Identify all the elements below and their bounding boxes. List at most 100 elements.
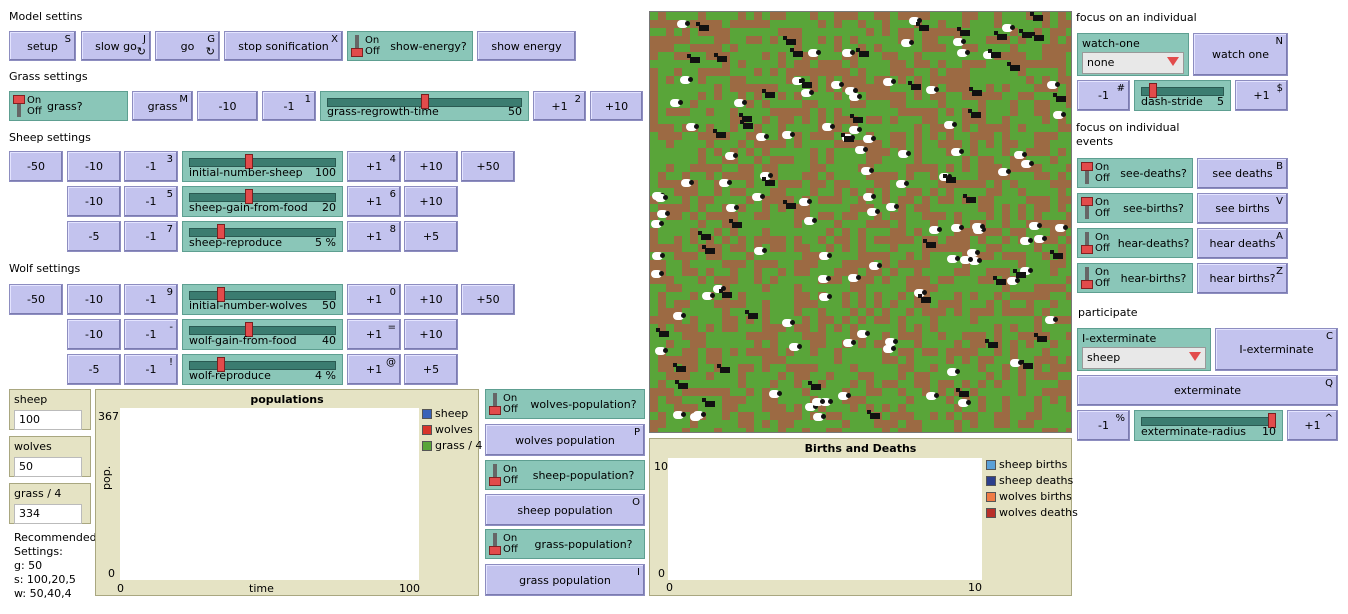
sheep-init-plus50-button[interactable]: +50: [461, 151, 515, 182]
wolves-init-plus50-button[interactable]: +50: [461, 284, 515, 315]
sheep-population-switch[interactable]: On Off sheep-population?: [485, 460, 645, 490]
grass-button[interactable]: grass M: [132, 91, 193, 121]
setup-button[interactable]: setup S: [9, 31, 76, 61]
sheep-init-minus50-button[interactable]: -50: [9, 151, 63, 182]
dirt-patch: [954, 292, 962, 300]
wolves-init-minus10-button[interactable]: -10: [67, 284, 121, 315]
grass-switch[interactable]: On Off grass?: [9, 91, 128, 121]
wolf-reproduce-slider[interactable]: wolf-reproduce 4 %: [182, 354, 343, 385]
wolf-reproduce-minus5-button[interactable]: -5: [67, 354, 121, 385]
wolf-gain-minus10-button[interactable]: -10: [67, 319, 121, 350]
grass-minus10-button[interactable]: -10: [197, 91, 258, 121]
dash-stride-minus1-button[interactable]: -1 #: [1077, 80, 1130, 111]
chooser-value-box[interactable]: none: [1082, 52, 1184, 74]
see-deaths-button[interactable]: see deaths B: [1197, 158, 1288, 189]
grass-plus10-button[interactable]: +10: [590, 91, 643, 121]
grass-population-switch[interactable]: On Off grass-population?: [485, 529, 645, 559]
dirt-patch: [650, 396, 658, 404]
sheep-population-button[interactable]: sheep population O: [485, 494, 645, 526]
dirt-patch: [1002, 148, 1010, 156]
sheep-gain-minus1-button[interactable]: -1 5: [124, 186, 178, 217]
slider-name: initial-number-wolves: [189, 299, 308, 312]
sheep-init-minus10-button[interactable]: -10: [67, 151, 121, 182]
wolf-gain-minus1-button[interactable]: -1 -: [124, 319, 178, 350]
sheep-reproduce-plus1-button[interactable]: +1 8: [347, 221, 401, 252]
dirt-patch: [762, 212, 770, 220]
go-button[interactable]: go G ↻: [155, 31, 220, 61]
dirt-patch: [962, 412, 970, 420]
wolf-gain-plus10-button[interactable]: +10: [404, 319, 458, 350]
initial-number-wolves-slider[interactable]: initial-number-wolves 50: [182, 284, 343, 315]
hear-deaths-button[interactable]: hear deaths A: [1197, 228, 1288, 259]
dirt-patch: [906, 284, 914, 292]
sheep-reproduce-minus5-button[interactable]: -5: [67, 221, 121, 252]
watch-one-chooser[interactable]: watch-one none: [1077, 33, 1189, 76]
see-deaths-switch[interactable]: On Off see-deaths?: [1077, 158, 1193, 188]
sheep-reproduce-slider[interactable]: sheep-reproduce 5 %: [182, 221, 343, 252]
sheep-gain-plus10-button[interactable]: +10: [404, 186, 458, 217]
sheep-gain-from-food-slider[interactable]: sheep-gain-from-food 20: [182, 186, 343, 217]
sheep-init-plus1-button[interactable]: +1 4: [347, 151, 401, 182]
exterminate-radius-slider[interactable]: exterminate-radius 10: [1134, 410, 1283, 441]
dirt-patch: [818, 164, 826, 172]
hear-births-switch[interactable]: On Off hear-births?: [1077, 263, 1193, 293]
dirt-patch: [882, 380, 890, 388]
wolves-init-minus1-button[interactable]: -1 9: [124, 284, 178, 315]
wolves-init-plus10-button[interactable]: +10: [404, 284, 458, 315]
wolf-reproduce-minus1-button[interactable]: -1!: [124, 354, 178, 385]
dirt-patch: [938, 380, 946, 388]
wolves-population-button[interactable]: wolves population P: [485, 424, 645, 456]
wolf-icon: [783, 36, 796, 45]
wolves-population-switch[interactable]: On Off wolves-population?: [485, 389, 645, 419]
sheep-gain-plus1-button[interactable]: +1 6: [347, 186, 401, 217]
exterminate-button[interactable]: exterminate Q: [1077, 375, 1338, 406]
wolf-icon: [673, 363, 686, 372]
sheep-init-minus1-button[interactable]: -1 3: [124, 151, 178, 182]
radius-minus1-button[interactable]: -1 %: [1077, 410, 1130, 441]
hear-deaths-switch[interactable]: On Off hear-deaths?: [1077, 228, 1193, 258]
grass-population-button[interactable]: grass population I: [485, 564, 645, 596]
dirt-patch: [1018, 52, 1026, 60]
sheep-icon: [813, 413, 826, 421]
wolf-reproduce-plus1-button[interactable]: +1 @: [347, 354, 401, 385]
wolves-init-plus1-button[interactable]: +1 0: [347, 284, 401, 315]
wolf-gain-from-food-slider[interactable]: wolf-gain-from-food 40: [182, 319, 343, 350]
radius-plus1-button[interactable]: +1 ^: [1287, 410, 1338, 441]
dirt-patch: [762, 308, 770, 316]
wolf-gain-plus1-button[interactable]: +1 =: [347, 319, 401, 350]
dirt-patch: [762, 20, 770, 28]
dash-stride-plus1-button[interactable]: +1 $: [1235, 80, 1288, 111]
world-view[interactable]: [649, 11, 1072, 433]
dirt-patch: [978, 124, 986, 132]
button-label: +10: [419, 293, 443, 306]
hear-births-button[interactable]: hear births? Z: [1197, 263, 1288, 294]
grass-regrowth-time-slider[interactable]: grass-regrowth-time 50: [320, 91, 529, 121]
dirt-patch: [762, 300, 770, 308]
sheep-init-plus10-button[interactable]: +10: [404, 151, 458, 182]
see-births-switch[interactable]: On Off see-births?: [1077, 193, 1193, 223]
initial-number-sheep-slider[interactable]: initial-number-sheep 100: [182, 151, 343, 182]
sheep-gain-minus10-button[interactable]: -10: [67, 186, 121, 217]
dirt-patch: [794, 108, 802, 116]
sheep-reproduce-minus1-button[interactable]: -1 7: [124, 221, 178, 252]
i-exterminate-button[interactable]: I-exterminate C: [1215, 328, 1338, 371]
slow-go-button[interactable]: slow go J ↻: [81, 31, 151, 61]
i-exterminate-chooser[interactable]: I-exterminate sheep: [1077, 328, 1211, 371]
wolf-icon: [1053, 93, 1066, 102]
wolves-init-minus50-button[interactable]: -50: [9, 284, 63, 315]
dirt-patch: [1034, 324, 1042, 332]
stop-sonification-button[interactable]: stop sonification X: [224, 31, 343, 61]
dirt-patch: [802, 172, 810, 180]
show-energy-button[interactable]: show energy: [477, 31, 576, 61]
chooser-value-box[interactable]: sheep: [1082, 347, 1206, 369]
show-energy-switch[interactable]: On Off show-energy?: [347, 31, 473, 61]
wolf-reproduce-plus5-button[interactable]: +5: [404, 354, 458, 385]
watch-one-button[interactable]: watch one N: [1193, 33, 1288, 76]
grass-minus1-button[interactable]: -1 1: [262, 91, 316, 121]
see-births-button[interactable]: see births V: [1197, 193, 1288, 224]
dash-stride-slider[interactable]: dash-stride 5: [1134, 80, 1231, 111]
sheep-icon: [901, 39, 914, 47]
sheep-reproduce-plus5-button[interactable]: +5: [404, 221, 458, 252]
grass-plus1-button[interactable]: +1 2: [533, 91, 586, 121]
dirt-patch: [746, 420, 754, 428]
